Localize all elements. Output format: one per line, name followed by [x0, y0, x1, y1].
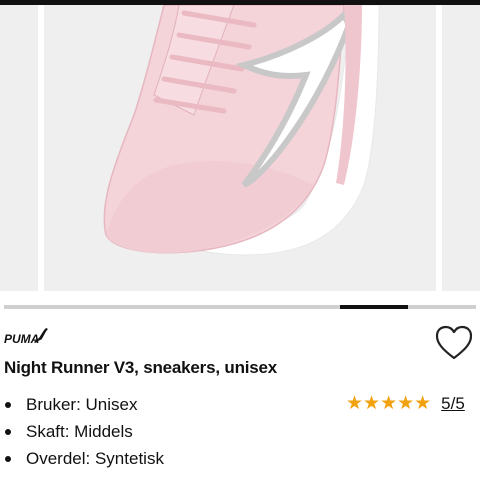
spec-text: Skaft: Middels — [26, 422, 133, 441]
spec-item-user: Bruker: Unisex — [4, 393, 164, 420]
brand-logo-text: PUMA — [4, 332, 39, 346]
favorite-button[interactable] — [434, 324, 474, 362]
previous-image-peek[interactable] — [0, 5, 38, 291]
puma-logo: PUMA — [4, 328, 48, 346]
heart-outline-icon — [435, 325, 473, 360]
next-image-peek[interactable] — [442, 5, 480, 291]
spec-text: Bruker: Unisex — [26, 395, 138, 414]
spec-text: Overdel: Syntetisk — [26, 449, 164, 468]
bullet-icon — [5, 402, 11, 408]
spec-item-shaft: Skaft: Middels — [4, 420, 164, 447]
sneaker-image — [103, 5, 380, 256]
bullet-icon — [5, 429, 11, 435]
product-image-main[interactable] — [44, 5, 436, 291]
product-rating[interactable]: ★★★★★ 5/5 — [346, 392, 465, 416]
spec-item-upper: Overdel: Syntetisk — [4, 447, 164, 474]
product-image-gallery[interactable] — [0, 5, 480, 297]
product-title: Night Runner V3, sneakers, unisex — [4, 358, 278, 377]
product-specs-list: Bruker: Unisex Skaft: Middels Overdel: S… — [4, 393, 164, 474]
star-rating-icon: ★★★★★ — [346, 393, 432, 414]
gallery-scroll-indicator — [340, 305, 408, 309]
bullet-icon — [5, 456, 11, 462]
rating-score-link[interactable]: 5/5 — [441, 394, 465, 414]
